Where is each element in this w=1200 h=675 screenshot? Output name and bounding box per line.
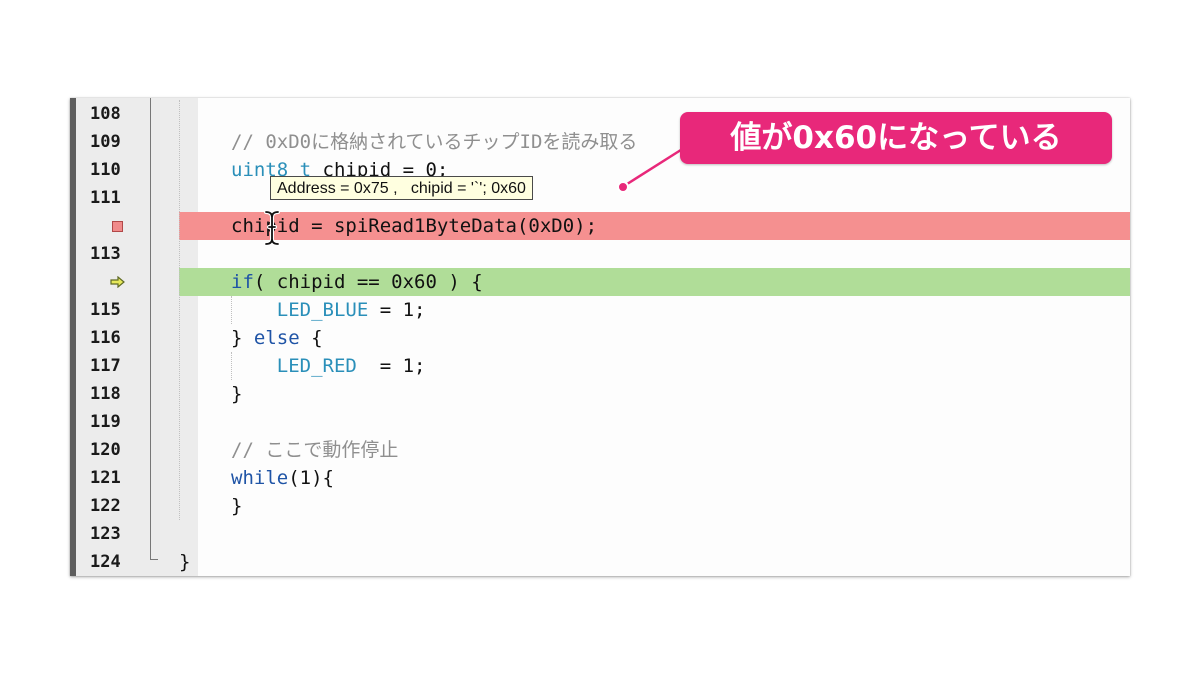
code-text[interactable]: } else { (231, 324, 323, 352)
code-comment: // 0xD0に格納されているチップIDを読み取る (231, 131, 638, 153)
code-line[interactable]: 120// ここで動作停止 (70, 436, 1130, 464)
code-text[interactable]: while(1){ (231, 464, 334, 492)
code-editor[interactable]: 108 109// 0xD0に格納されているチップIDを読み取る 110 uint8_… (70, 98, 1130, 576)
code-identifier: LED_RED (276, 355, 357, 377)
code-text[interactable]: // 0xD0に格納されているチップIDを読み取る (231, 128, 637, 156)
text-cursor-icon (264, 210, 280, 246)
code-line[interactable]: 111 (70, 184, 1130, 212)
fold-guide-line (150, 98, 151, 560)
code-token: } (231, 383, 243, 405)
code-line[interactable]: 117 LED_RED = 1; (70, 352, 1130, 380)
line-number[interactable]: 123 (70, 520, 198, 548)
variable-value-tooltip: Address = 0x75 , chipid = '`'; 0x60 (270, 176, 533, 200)
code-token: } (231, 495, 243, 517)
code-text[interactable]: LED_BLUE = 1; (231, 296, 426, 324)
code-token: } (179, 551, 191, 573)
code-keyword: else (253, 327, 300, 349)
breakpoint-icon[interactable] (112, 221, 123, 232)
annotation-callout: 値が0x60になっている (680, 112, 1112, 164)
fold-guide-end (150, 559, 158, 560)
code-text[interactable]: if( chipid == 0x60 ) { (231, 268, 483, 296)
code-keyword: if (231, 271, 254, 293)
code-line[interactable]: 122} (70, 492, 1130, 520)
code-comment: // ここで動作停止 (231, 439, 399, 461)
code-line[interactable]: 124} (70, 548, 1130, 576)
code-line[interactable]: 119 (70, 408, 1130, 436)
code-token: = 1; (368, 299, 426, 321)
code-text[interactable]: // ここで動作停止 (231, 436, 398, 464)
indent-guide (231, 352, 232, 380)
code-line[interactable]: 116} else { (70, 324, 1130, 352)
code-line[interactable]: if( chipid == 0x60 ) { (70, 268, 1130, 296)
code-line[interactable]: chipid = spiRead1ByteData(0xD0); (70, 212, 1130, 240)
code-line[interactable]: 123 (70, 520, 1130, 548)
code-token: } (231, 327, 254, 349)
code-identifier: LED_BLUE (276, 299, 369, 321)
code-token: = 1; (356, 355, 426, 377)
indent-guide (179, 100, 180, 520)
code-text[interactable]: LED_RED = 1; (231, 352, 426, 380)
execution-arrow-icon (110, 276, 125, 288)
code-text[interactable]: } (179, 548, 190, 576)
code-text[interactable]: } (231, 380, 242, 408)
code-line[interactable]: 121 while(1){ (70, 464, 1130, 492)
code-line[interactable]: 113 (70, 240, 1130, 268)
code-text[interactable]: chipid = spiRead1ByteData(0xD0); (231, 212, 597, 240)
code-token: (1){ (288, 467, 334, 489)
code-line[interactable]: 115 LED_BLUE = 1; (70, 296, 1130, 324)
code-token: { (299, 327, 323, 349)
code-token: chipid = spiRead1ByteData(0xD0); (231, 215, 598, 237)
code-token: ( chipid == 0x60 ) { (253, 271, 483, 293)
indent-guide (231, 296, 232, 324)
code-line[interactable]: 118} (70, 380, 1130, 408)
code-keyword: while (231, 467, 289, 489)
code-text[interactable]: } (231, 492, 242, 520)
